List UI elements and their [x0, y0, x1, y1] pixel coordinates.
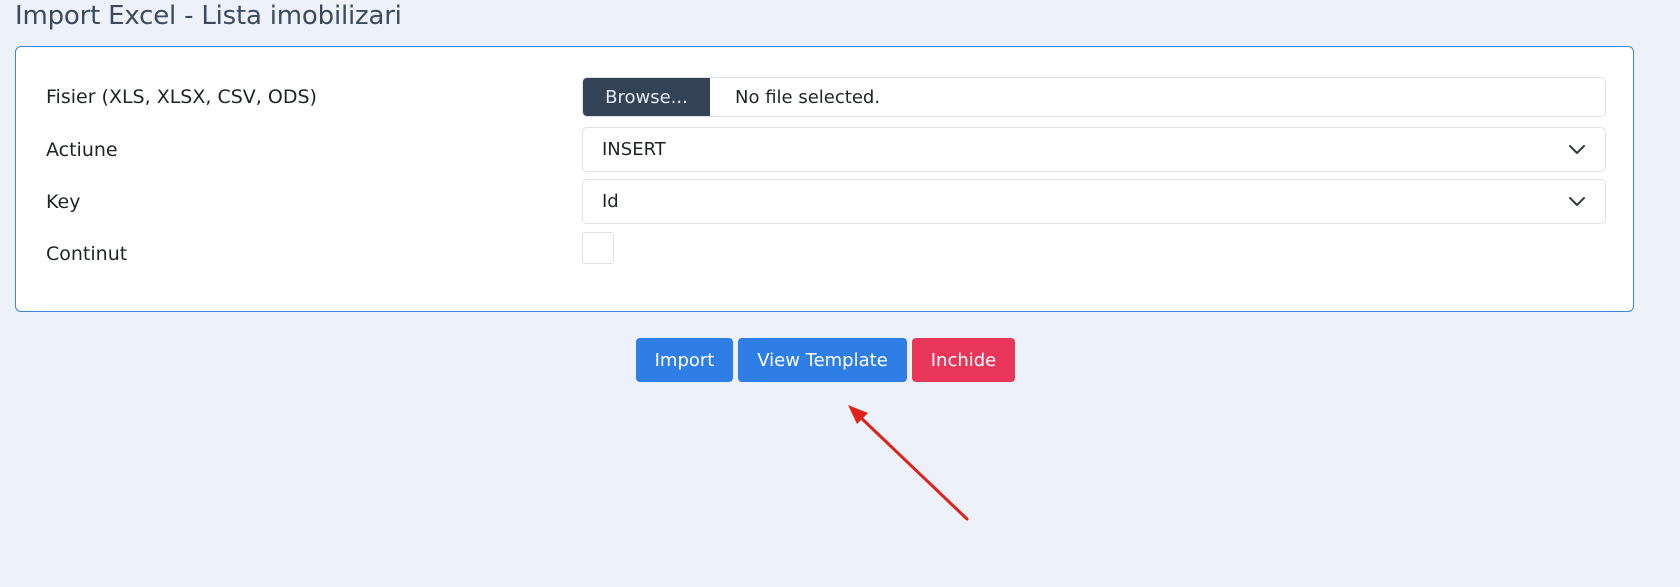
chevron-down-icon: [1567, 140, 1587, 160]
import-button[interactable]: Import: [636, 338, 733, 382]
import-form-card: Fisier (XLS, XLSX, CSV, ODS) Browse... N…: [15, 46, 1634, 312]
content-checkbox[interactable]: [582, 232, 614, 264]
page-title: Import Excel - Lista imobilizari: [15, 1, 402, 31]
action-field-label: Actiune: [46, 139, 118, 161]
action-select-value: INSERT: [602, 139, 666, 160]
file-field-label: Fisier (XLS, XLSX, CSV, ODS): [46, 86, 317, 108]
view-template-button[interactable]: View Template: [738, 338, 907, 382]
chevron-down-icon: [1567, 192, 1587, 212]
action-select[interactable]: INSERT: [582, 127, 1606, 172]
browse-button[interactable]: Browse...: [583, 78, 710, 116]
key-select-value: Id: [602, 191, 619, 212]
file-status-text: No file selected.: [735, 86, 881, 108]
key-field-label: Key: [46, 191, 81, 213]
content-field-label: Continut: [46, 243, 128, 265]
file-input[interactable]: Browse... No file selected.: [582, 77, 1606, 117]
key-select[interactable]: Id: [582, 179, 1606, 224]
close-button[interactable]: Inchide: [912, 338, 1015, 382]
